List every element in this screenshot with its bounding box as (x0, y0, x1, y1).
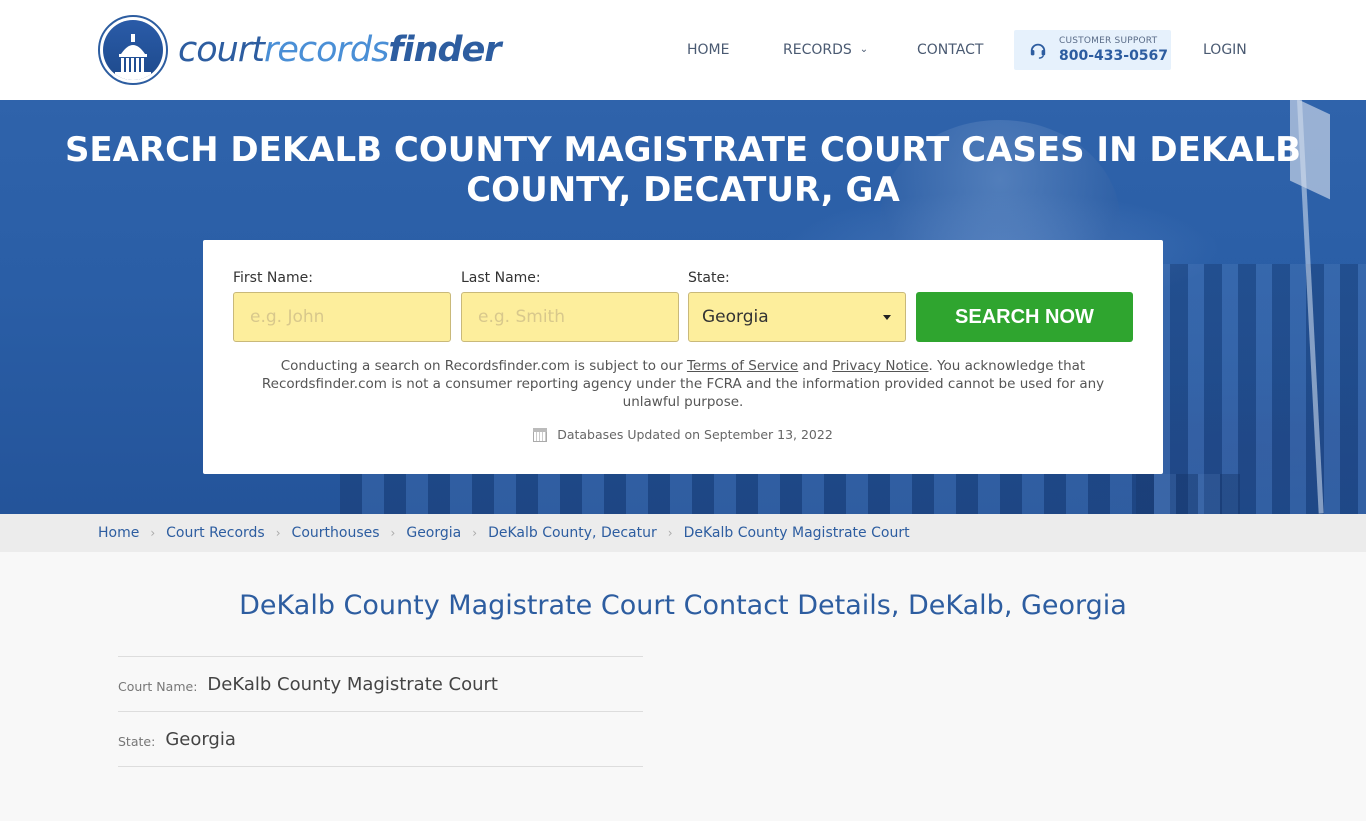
headset-icon (1030, 43, 1046, 59)
detail-row-state: State: Georgia (118, 711, 643, 766)
caret-down-icon (883, 314, 891, 320)
chevron-right-icon: › (275, 526, 281, 540)
first-name-field: First Name: e.g. John (233, 270, 451, 342)
detail-label: Court Name: (118, 678, 198, 694)
state-selected-value: Georgia (702, 307, 769, 327)
breadcrumb: Home › Court Records › Courthouses › Geo… (0, 514, 1366, 552)
hero-title: SEARCH DEKALB COUNTY MAGISTRATE COURT CA… (64, 130, 1302, 210)
state-label: State: (688, 270, 730, 286)
logo-part-records: records (263, 30, 389, 70)
search-disclaimer: Conducting a search on Recordsfinder.com… (233, 357, 1133, 411)
hero-banner: SEARCH DEKALB COUNTY MAGISTRATE COURT CA… (0, 100, 1366, 514)
breadcrumb-current[interactable]: DeKalb County Magistrate Court (684, 525, 910, 541)
detail-value: Georgia (165, 728, 236, 750)
database-updated-text: Databases Updated on September 13, 2022 (557, 427, 833, 442)
support-label: CUSTOMER SUPPORT (1059, 36, 1158, 46)
calendar-icon (533, 427, 548, 442)
disclaimer-text: and (798, 358, 833, 374)
capitol-logo-icon (98, 15, 168, 85)
chevron-right-icon: › (150, 526, 156, 540)
breadcrumb-courthouses[interactable]: Courthouses (292, 525, 380, 541)
logo-part-finder: finder (388, 30, 501, 70)
breadcrumb-court-records[interactable]: Court Records (166, 525, 265, 541)
breadcrumb-county[interactable]: DeKalb County, Decatur (488, 525, 657, 541)
logo[interactable]: courtrecordsfinder (98, 15, 502, 85)
nav-records-label: RECORDS (783, 42, 852, 58)
terms-of-service-link[interactable]: Terms of Service (687, 358, 798, 374)
chevron-right-icon: › (472, 526, 478, 540)
page-title: DeKalb County Magistrate Court Contact D… (239, 590, 1127, 621)
first-name-label: First Name: (233, 270, 313, 286)
first-name-placeholder: e.g. John (250, 307, 325, 327)
logo-wordmark: courtrecordsfinder (178, 30, 502, 70)
nav-records[interactable]: RECORDS ⌄ (783, 42, 868, 58)
nav-contact[interactable]: CONTACT (917, 42, 983, 58)
last-name-input[interactable]: e.g. Smith (461, 292, 679, 342)
disclaimer-text: Conducting a search on Recordsfinder.com… (280, 358, 687, 374)
breadcrumb-home[interactable]: Home (98, 525, 139, 541)
chevron-right-icon: › (390, 526, 396, 540)
site-header: courtrecordsfinder HOME RECORDS ⌄ CONTACT… (0, 0, 1366, 100)
customer-support-button[interactable]: CUSTOMER SUPPORT 800-433-0567 (1014, 30, 1171, 70)
nav-login[interactable]: LOGIN (1203, 42, 1247, 58)
detail-divider (118, 766, 643, 821)
last-name-label: Last Name: (461, 270, 541, 286)
chevron-right-icon: › (667, 526, 673, 540)
breadcrumb-georgia[interactable]: Georgia (406, 525, 461, 541)
state-select[interactable]: Georgia (688, 292, 906, 342)
detail-label: State: (118, 733, 156, 749)
database-updated: Databases Updated on September 13, 2022 (203, 427, 1163, 442)
last-name-placeholder: e.g. Smith (478, 307, 565, 327)
first-name-input[interactable]: e.g. John (233, 292, 451, 342)
court-details: Court Name: DeKalb County Magistrate Cou… (118, 656, 643, 821)
search-now-button[interactable]: SEARCH NOW (916, 292, 1133, 342)
privacy-notice-link[interactable]: Privacy Notice (832, 358, 928, 374)
nav-home[interactable]: HOME (687, 42, 729, 58)
logo-part-court: court (178, 30, 265, 70)
state-field: State: Georgia (688, 270, 906, 342)
hero-background-arcade (340, 474, 1240, 514)
search-form: First Name: e.g. John Last Name: e.g. Sm… (203, 240, 1163, 474)
support-phone[interactable]: 800-433-0567 (1059, 49, 1168, 63)
chevron-down-icon: ⌄ (859, 43, 869, 55)
last-name-field: Last Name: e.g. Smith (461, 270, 679, 342)
detail-value: DeKalb County Magistrate Court (207, 673, 498, 695)
detail-row-court-name: Court Name: DeKalb County Magistrate Cou… (118, 656, 643, 711)
